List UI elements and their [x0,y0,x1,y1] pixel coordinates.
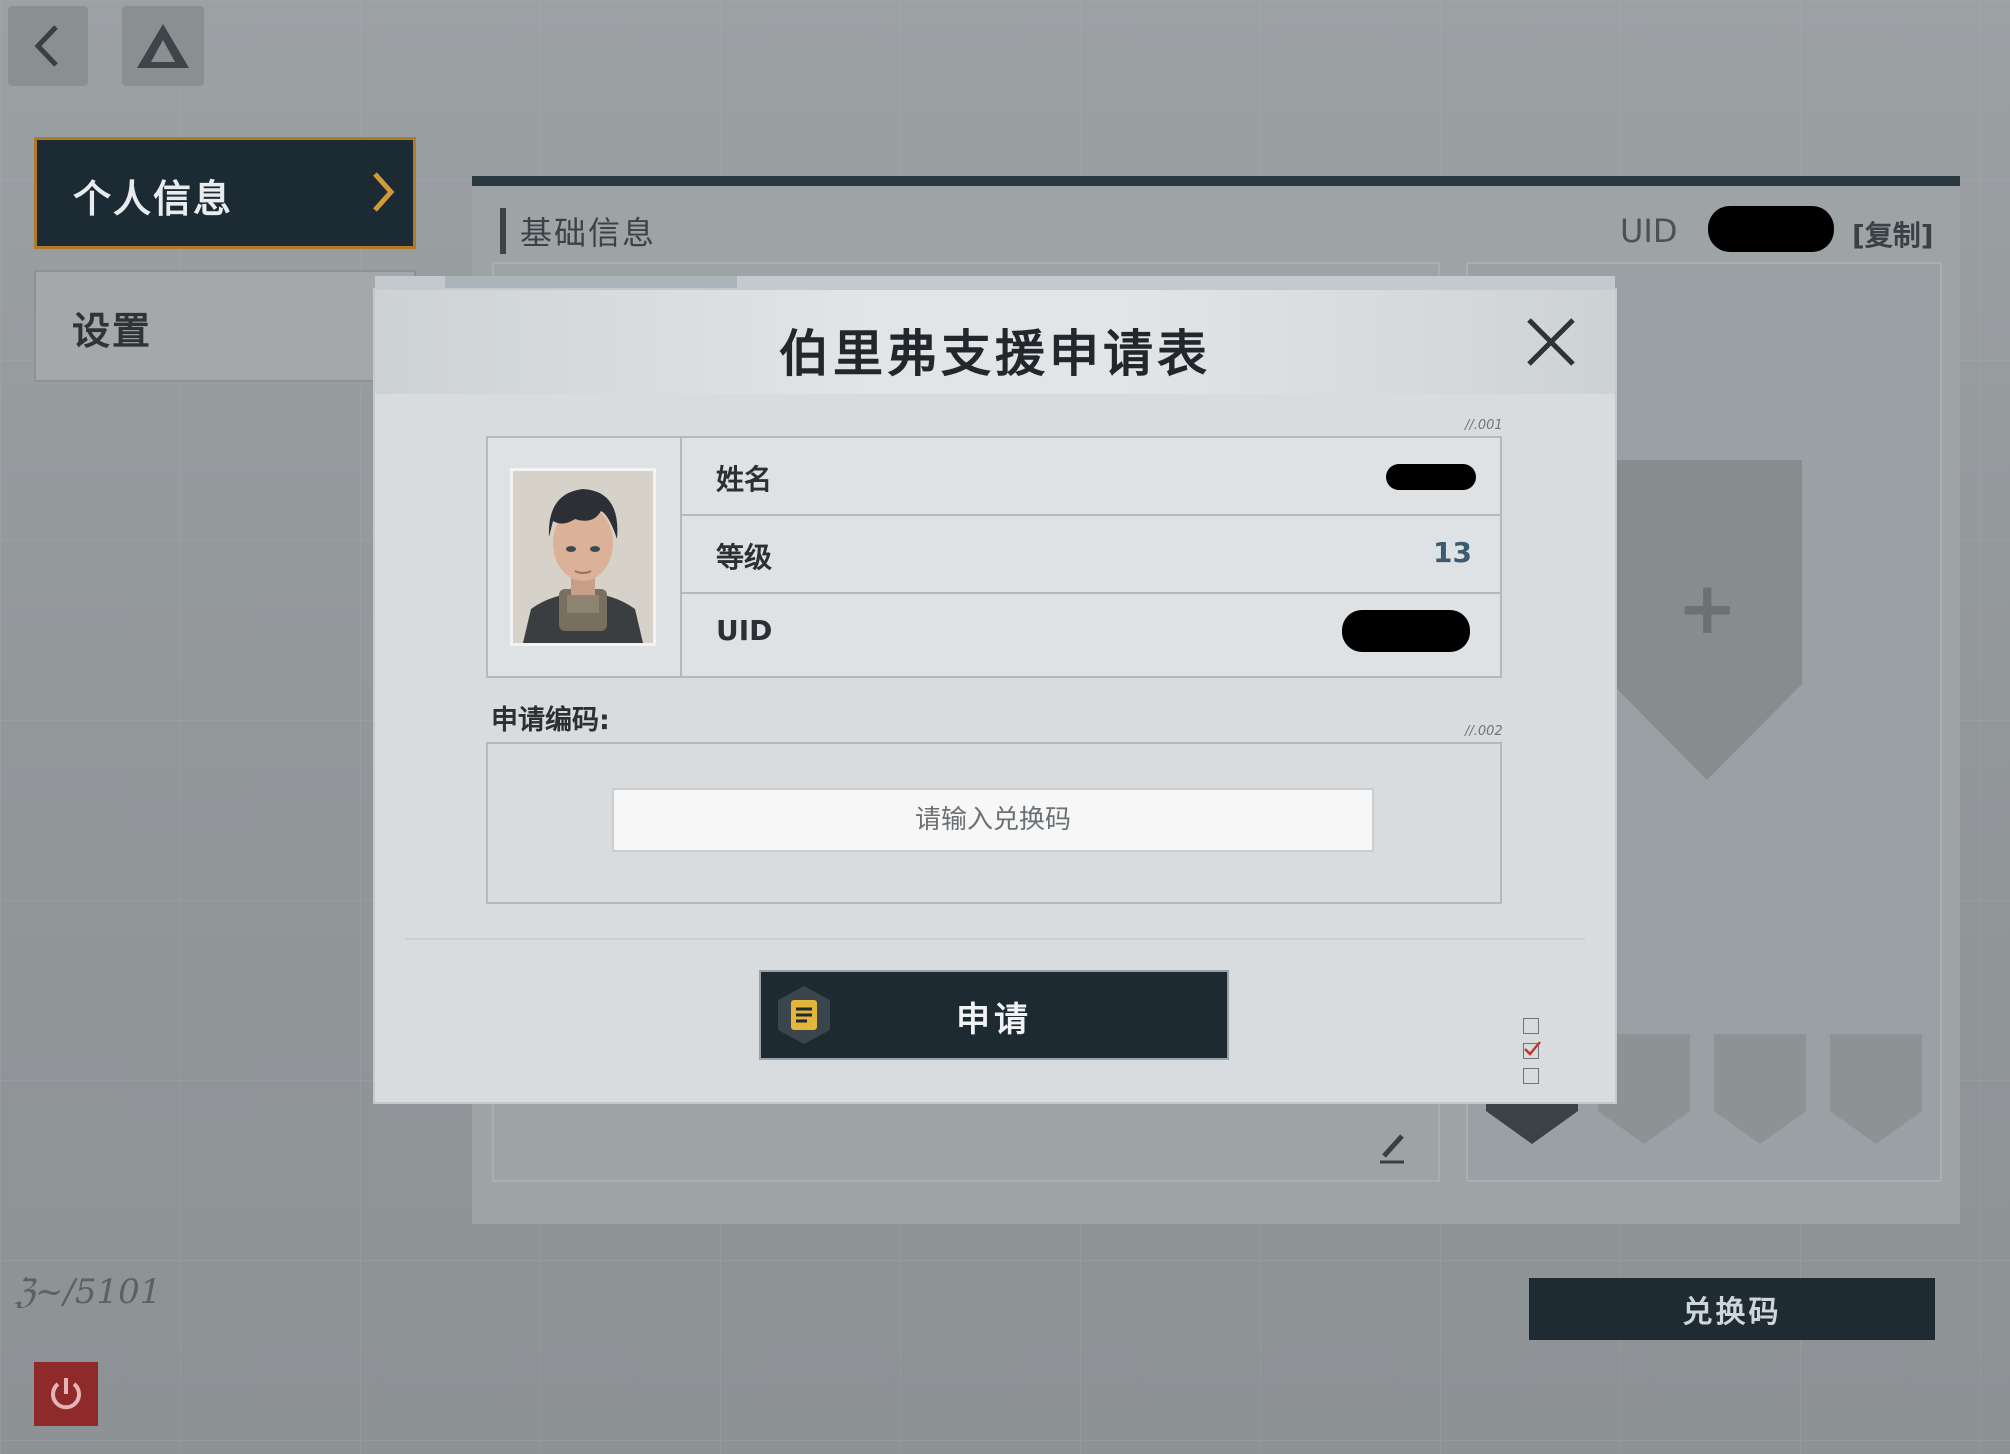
plus-icon: + [1677,566,1738,650]
home-button[interactable] [122,6,204,86]
name-redaction [1386,464,1476,490]
avatar-cell [488,438,682,676]
support-application-dialog: 伯里弗支援申请表 //.001 姓名 等级 13 UID 申请编码: //.00… [375,290,1615,1102]
applicant-profile: 姓名 等级 13 UID [486,436,1502,678]
field-label: 姓名 [716,463,773,496]
back-button[interactable] [8,6,88,86]
uid-redaction [1342,610,1470,652]
dialog-title: 伯里弗支援申请表 [779,325,1211,383]
uid-redaction [1708,206,1834,252]
sidebar-item-label: 个人信息 [73,177,234,221]
field-row-uid: UID [680,594,1500,676]
signature-decoration: ℨ~/5101 [14,1272,162,1312]
redeem-code-input[interactable] [612,788,1374,852]
back-icon [34,25,58,67]
checkbox-icon [1523,1018,1539,1034]
uid-label: UID [1620,212,1678,250]
section-tag: //.002 [1465,724,1503,739]
sidebar-item-personal-info[interactable]: 个人信息 [34,137,416,249]
apply-button[interactable]: 申请 [761,972,1227,1058]
close-icon[interactable] [1523,314,1579,370]
redeem-code-button[interactable]: 兑换码 [1529,1278,1935,1340]
panel-title: 基础信息 [500,208,656,254]
sidebar-item-label: 设置 [72,309,153,353]
power-icon [51,1378,81,1410]
checkbox-checked-icon [1523,1041,1541,1059]
field-row-level: 等级 13 [680,516,1500,594]
field-label: UID [716,614,773,647]
dialog-divider [405,938,1585,940]
sidebar-item-settings[interactable]: 设置 [34,270,416,382]
chevron-right-icon [373,172,395,212]
home-logo-icon [137,24,189,68]
apply-button-label: 申请 [956,1000,1032,1040]
avatar [510,468,656,646]
edit-icon[interactable] [1372,1128,1412,1168]
code-entry-box [486,742,1502,904]
application-code-label: 申请编码: [491,705,610,736]
power-button[interactable] [34,1362,98,1426]
field-label: 等级 [716,541,773,574]
status-checkboxes [1523,1018,1541,1093]
field-row-name: 姓名 [680,438,1500,516]
copy-uid-button[interactable]: [复制] [1852,214,1934,254]
checkbox-icon [1523,1068,1539,1084]
dialog-top-stripe-accent [445,276,737,290]
level-value: 13 [1433,536,1472,569]
section-tag: //.001 [1465,418,1503,433]
